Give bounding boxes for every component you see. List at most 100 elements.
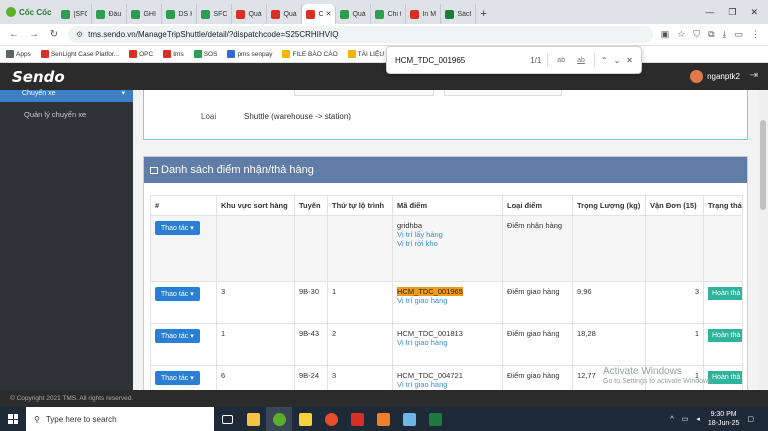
- clock[interactable]: 9:30 PM 18-Jun-25: [708, 410, 740, 428]
- tab-label: [SFC: [73, 10, 88, 18]
- bookmark-item[interactable]: SOS: [193, 50, 217, 58]
- find-count: 1/1: [530, 55, 542, 65]
- url-input[interactable]: ⚙ tms.sendo.vn/ManageTripShuttle/detail/…: [68, 26, 653, 43]
- reload-icon[interactable]: ↻: [48, 29, 60, 40]
- user-menu[interactable]: nganptk2: [690, 70, 740, 83]
- browser-brand[interactable]: Cốc Cốc: [0, 0, 57, 24]
- bookmarks-bar: Apps SenLight Case Platfor... OPC tms SOS pms…: [0, 46, 768, 63]
- close-find-icon[interactable]: ✕: [626, 56, 633, 65]
- back-icon[interactable]: ←: [8, 29, 20, 40]
- site-info-icon[interactable]: ⚙: [76, 30, 83, 39]
- tab-favicon-icon: [271, 9, 281, 19]
- close-tab-icon[interactable]: ✕: [326, 10, 332, 18]
- sidebar-group-trips[interactable]: Chuyến xe ▾: [0, 90, 133, 102]
- cell-code: HCM_TDC_004721 Vị trí giao hàng: [392, 365, 503, 390]
- restore-icon[interactable]: ❐: [728, 7, 736, 18]
- action-dropdown-button[interactable]: Thao tác ▾: [155, 371, 200, 385]
- bookmark-label: TÀI LIỆU: [357, 50, 385, 58]
- excel-icon[interactable]: [422, 407, 448, 431]
- forward-icon[interactable]: →: [28, 29, 40, 40]
- scrollbar-thumb[interactable]: [760, 120, 766, 210]
- browser-tab[interactable]: SFC_T: [197, 4, 233, 24]
- action-dropdown-button[interactable]: Thao tác ▾: [155, 329, 200, 343]
- bookmark-item[interactable]: SenLight Case Platfor...: [40, 50, 119, 58]
- taskbar-search[interactable]: ⚲ Type here to search: [26, 407, 214, 431]
- column-header: Khu vực sort hàng: [216, 195, 295, 216]
- menu-icon[interactable]: ⋮: [751, 29, 760, 40]
- bookmark-item[interactable]: pms senpay: [227, 50, 272, 58]
- bookmark-item[interactable]: FILE BÁO CÁO: [282, 50, 338, 58]
- download-icon[interactable]: ⤓: [723, 29, 727, 40]
- new-tab-button[interactable]: +: [476, 4, 490, 24]
- location-link[interactable]: Vị trí giao hàng: [397, 380, 498, 389]
- match-case-toggle[interactable]: ab: [554, 55, 568, 66]
- browser-tab[interactable]: In Ma: [406, 4, 442, 24]
- notifications-icon[interactable]: ▢: [747, 415, 754, 423]
- volume-icon[interactable]: ◂: [696, 415, 700, 423]
- find-next-icon[interactable]: ⌄: [614, 56, 621, 65]
- app-icon[interactable]: [318, 407, 344, 431]
- bookmark-item[interactable]: tms: [163, 50, 184, 58]
- cell-type: Điểm giao hàng: [502, 323, 573, 366]
- sendo-logo[interactable]: Sendo: [12, 68, 65, 86]
- extensions-icon[interactable]: ⧉: [708, 29, 714, 40]
- app-icon[interactable]: [344, 407, 370, 431]
- translate-icon[interactable]: ▣: [661, 29, 670, 40]
- chevron-up-icon[interactable]: ^: [670, 416, 673, 423]
- coccoc-logo-icon: [6, 7, 16, 17]
- tab-favicon-icon: [445, 9, 455, 19]
- type-label: Loại: [201, 112, 217, 121]
- browser-tab[interactable]: GHI C: [127, 4, 163, 24]
- browser-tab[interactable]: Quản: [336, 4, 372, 24]
- sidebar-item-manage-trips[interactable]: Quản lý chuyến xe: [0, 102, 133, 119]
- sticky-notes-icon[interactable]: [292, 407, 318, 431]
- task-view-icon[interactable]: [214, 407, 240, 431]
- file-explorer-icon[interactable]: [240, 407, 266, 431]
- browser-tab[interactable]: DS H: [162, 4, 198, 24]
- location-link[interactable]: Vị trí giao hàng: [397, 296, 498, 305]
- minimize-icon[interactable]: —: [705, 7, 714, 18]
- app-icon[interactable]: [396, 407, 422, 431]
- coccoc-taskbar-icon[interactable]: [266, 407, 292, 431]
- find-input[interactable]: HCM_TDC_001965: [395, 56, 524, 65]
- list-icon: [150, 166, 158, 174]
- app-footer: © Copyright 2021 TMS. All rights reserve…: [0, 390, 768, 407]
- point-type: Điểm nhận hàng: [507, 221, 563, 230]
- network-icon[interactable]: ▭: [682, 415, 689, 423]
- bookmark-item[interactable]: TÀI LIỆU: [347, 50, 385, 58]
- app-icon[interactable]: [370, 407, 396, 431]
- date: 18-Jun-25: [707, 420, 740, 427]
- action-dropdown-button[interactable]: Thao tác ▾: [155, 287, 200, 301]
- bookmark-icon: [129, 50, 138, 58]
- action-dropdown-button[interactable]: Thao tác ▾: [155, 221, 200, 235]
- browser-tab[interactable]: Quản: [232, 4, 268, 24]
- browser-tab-strip: Cốc Cốc [SFC Đầu n GHI C DS H SFC_T Quản Quản C…: [0, 0, 768, 24]
- tab-favicon-icon: [236, 9, 246, 19]
- bookmark-item[interactable]: Apps: [6, 50, 31, 58]
- browser-tab[interactable]: C ✕: [302, 4, 337, 24]
- location-link[interactable]: Vị trí rời kho: [397, 239, 498, 248]
- browser-tab[interactable]: Chi ti: [371, 4, 407, 24]
- browser-tab[interactable]: [SFC: [57, 4, 93, 24]
- bookmark-item[interactable]: OPC: [129, 50, 153, 58]
- close-window-icon[interactable]: ✕: [750, 7, 758, 18]
- sidepanel-icon[interactable]: ▭: [734, 29, 743, 40]
- window-controls: — ❐ ✕: [705, 7, 768, 18]
- tab-label: Đầu n: [108, 10, 122, 18]
- shield-icon[interactable]: ⛉: [693, 29, 700, 40]
- bookmark-star-icon[interactable]: ☆: [677, 29, 685, 40]
- start-button[interactable]: [0, 407, 26, 431]
- location-link[interactable]: Vị trí giao hàng: [397, 338, 498, 347]
- address-bar-row: ← → ↻ ⚙ tms.sendo.vn/ManageTripShuttle/d…: [0, 24, 768, 46]
- browser-tab[interactable]: Sách: [441, 4, 477, 24]
- whole-word-toggle[interactable]: ab: [574, 55, 588, 66]
- browser-tab[interactable]: Quản: [267, 4, 303, 24]
- location-link[interactable]: Vị trí lấy hàng: [397, 230, 498, 239]
- find-previous-icon[interactable]: ⌃: [601, 56, 608, 65]
- page-scrollbar[interactable]: [758, 90, 768, 390]
- point-code: gridhba: [397, 221, 423, 230]
- cell-order: 2: [327, 323, 393, 366]
- logout-icon[interactable]: ⇥: [750, 70, 758, 81]
- browser-tab[interactable]: Đầu n: [92, 4, 128, 24]
- stops-list-title: Danh sách điểm nhận/thả hàng: [161, 164, 314, 176]
